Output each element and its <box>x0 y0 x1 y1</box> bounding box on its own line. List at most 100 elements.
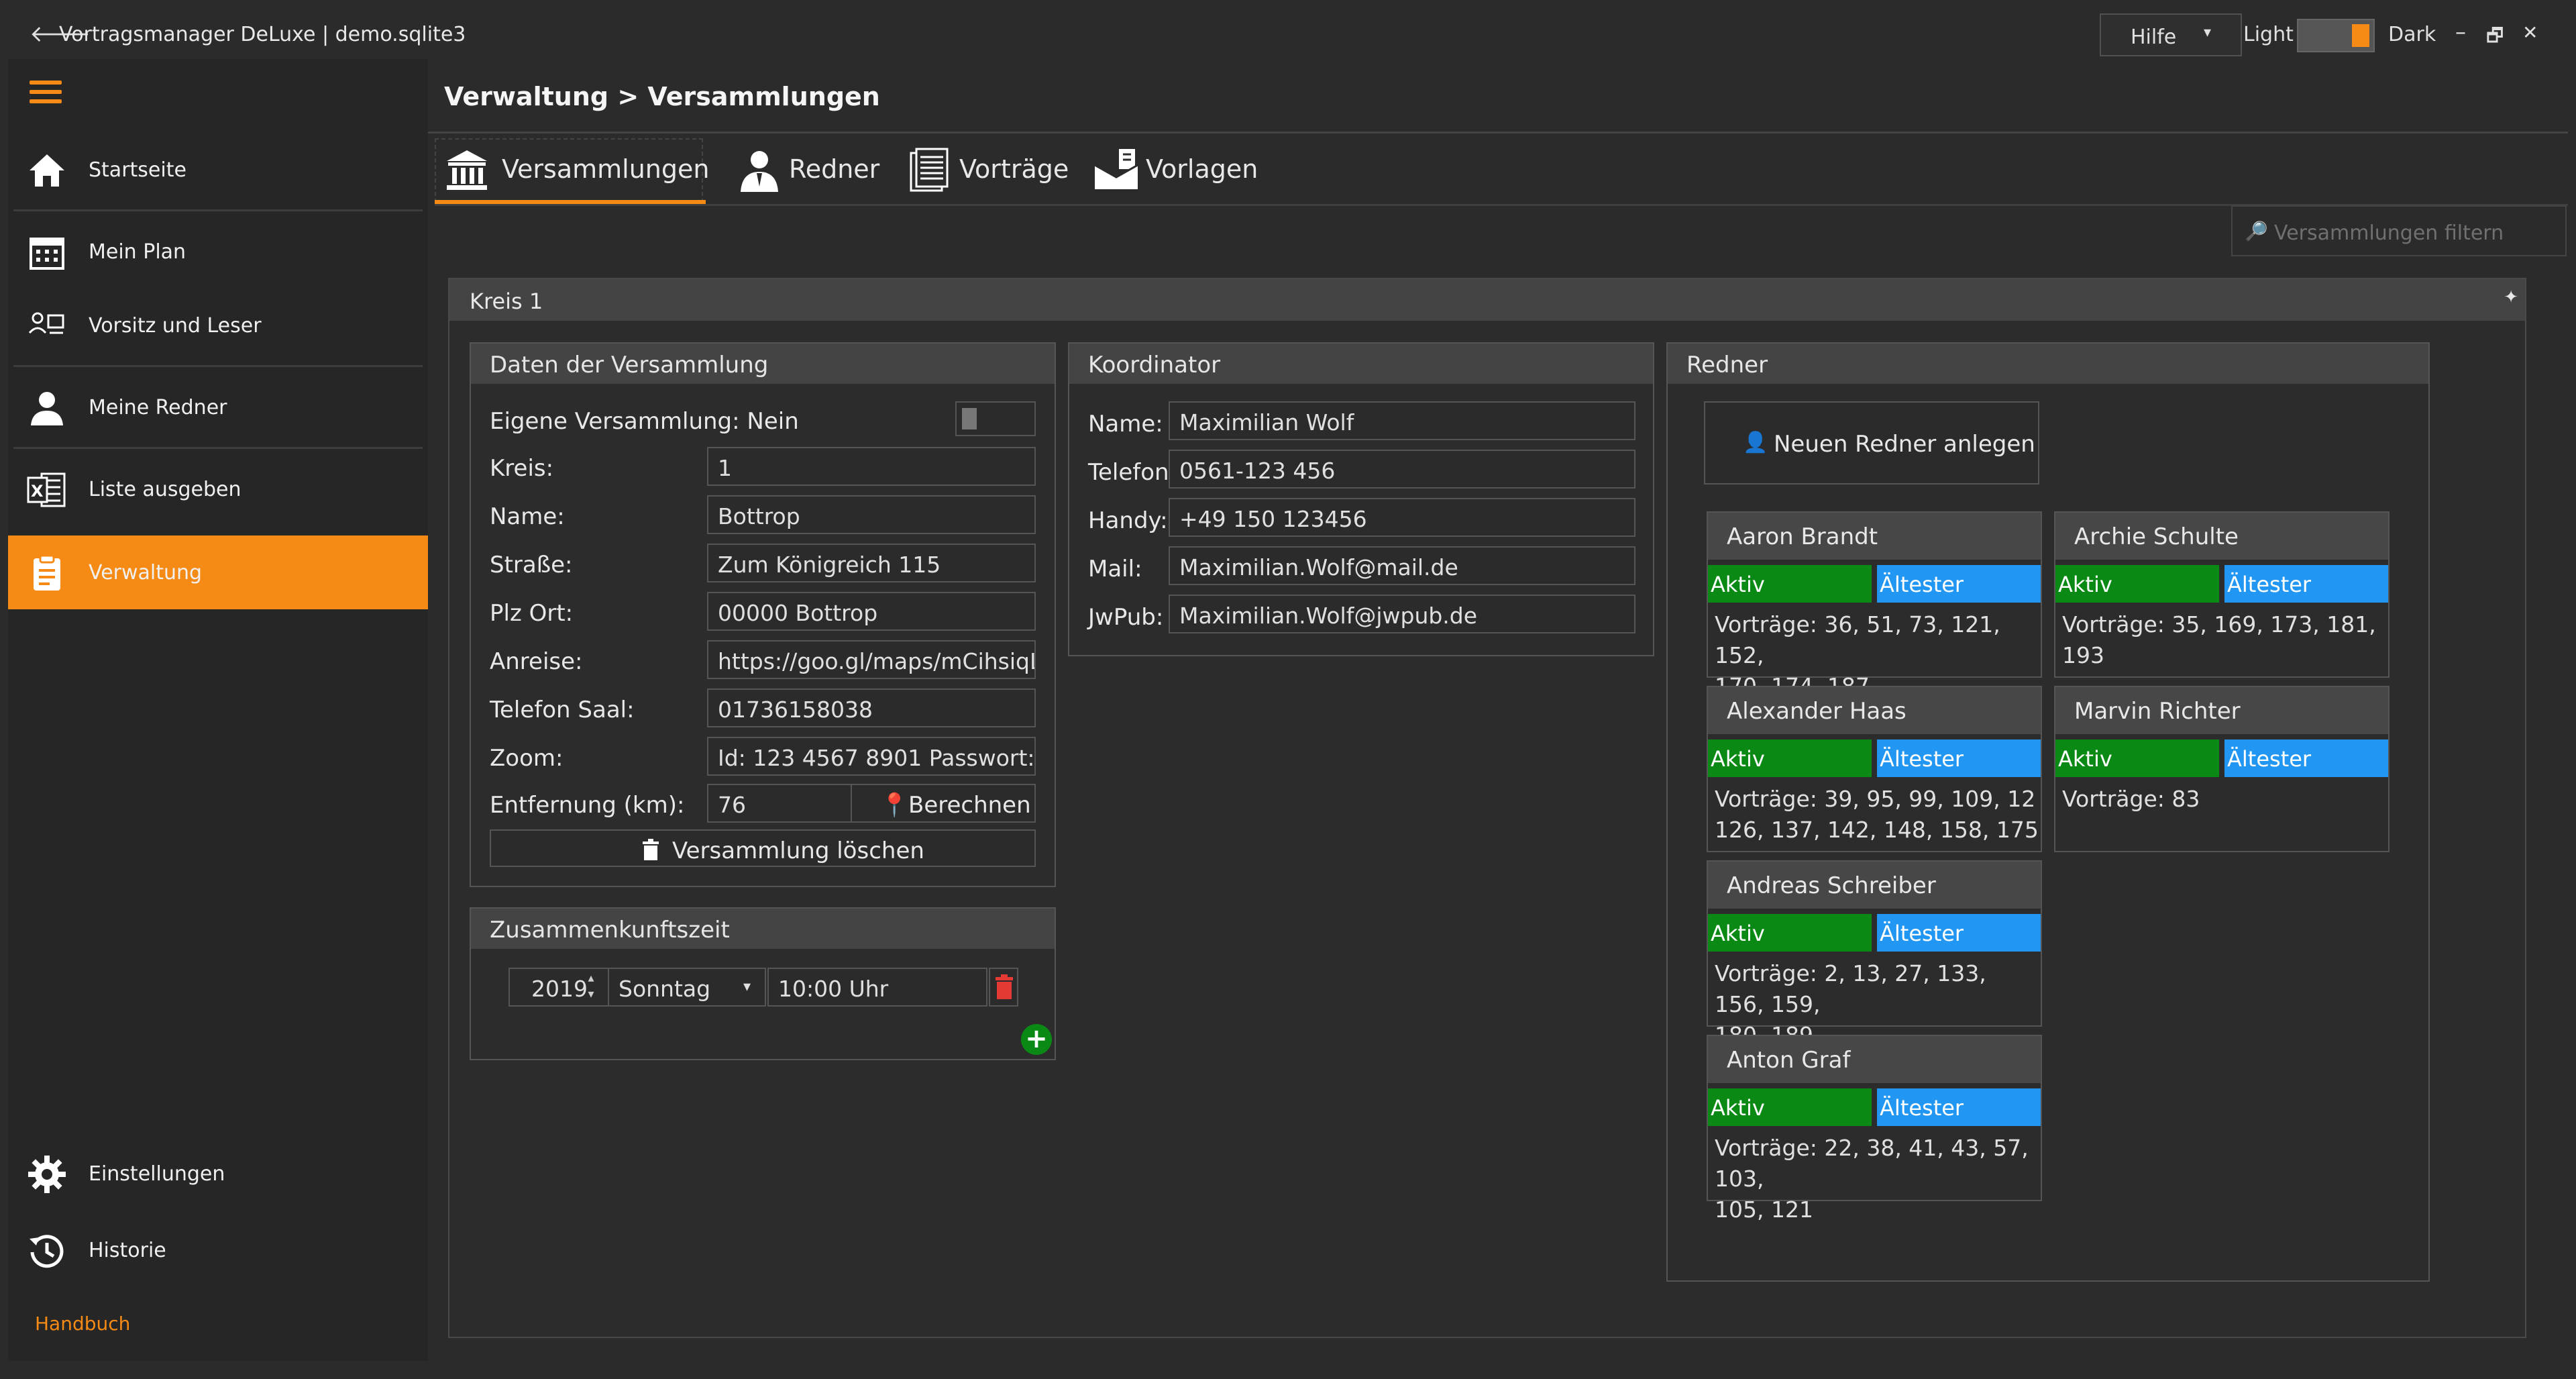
field-value: Maximilian.Wolf@mail.de <box>1179 554 1458 580</box>
theme-toggle[interactable] <box>2297 19 2375 52</box>
zoom-field[interactable]: Id: 123 4567 8901 Passwort: geheim <box>707 737 1036 776</box>
field-label: JwPub: <box>1088 604 1164 631</box>
status-badge-aktiv: Aktiv <box>1708 1088 1872 1126</box>
tab-vorlagen[interactable]: Vorlagen <box>1092 142 1267 204</box>
sidebar-item-label: Liste ausgeben <box>89 478 241 501</box>
badge-text: Aktiv <box>1711 746 1765 772</box>
speaker-name: Aaron Brandt <box>1708 513 2041 560</box>
status-badge-aeltester: Ältester <box>1877 565 2041 603</box>
coordinator-header: Koordinator <box>1069 344 1653 384</box>
time-field[interactable]: 10:00 Uhr <box>767 968 987 1007</box>
distance-label: Entfernung (km): <box>490 792 685 819</box>
field-value: 0561-123 456 <box>1179 458 1336 484</box>
excel-icon: X <box>27 472 66 507</box>
street-field[interactable]: Zum Königreich 115 <box>707 544 1036 582</box>
name-field[interactable]: Bottrop <box>707 495 1036 534</box>
field-label: Plz Ort: <box>490 600 574 627</box>
hamburger-menu-icon[interactable] <box>30 81 62 107</box>
sidebar-item-liste-ausgeben[interactable]: X Liste ausgeben <box>8 452 428 526</box>
search-input[interactable]: 🔎 Versammlungen filtern <box>2231 205 2567 256</box>
people-icon <box>28 312 64 334</box>
sidebar-item-vorsitz[interactable]: Vorsitz und Leser <box>8 289 428 362</box>
chevron-down-icon: ▾ <box>743 978 751 995</box>
speaker-card[interactable]: Archie Schulte Aktiv Ältester Vorträge: … <box>2054 511 2390 678</box>
speaker-card[interactable]: Aaron Brandt Aktiv Ältester Vorträge: 36… <box>1707 511 2042 699</box>
tab-vortraege[interactable]: Vorträge <box>906 142 1080 204</box>
weekday-select[interactable]: Sonntag ▾ <box>608 968 766 1007</box>
coordinator-mail-field[interactable]: Maximilian.Wolf@mail.de <box>1169 546 1635 585</box>
kreis-panel-header[interactable]: Kreis 1 ✦ <box>449 279 2525 321</box>
calculate-button[interactable]: 📍 Berechnen <box>851 784 1036 823</box>
sidebar-item-startseite[interactable]: Startseite <box>8 133 428 207</box>
distance-field[interactable]: 76 <box>707 784 852 823</box>
delete-assembly-button[interactable]: Versammlung löschen <box>490 829 1036 867</box>
talks-line: Vorträge: 22, 38, 41, 43, 57, 103, <box>1715 1135 2029 1192</box>
stepper-arrows-icon[interactable]: ▴ ▾ <box>581 970 601 1003</box>
sidebar-item-label: Einstellungen <box>89 1162 225 1186</box>
trash-icon <box>996 974 1013 999</box>
speaker-talks: Vorträge: 39, 95, 99, 109, 123, 126, 137… <box>1715 784 2037 846</box>
badge-text: Aktiv <box>1711 572 1765 597</box>
chevron-down-icon: ▾ <box>2203 24 2211 41</box>
sidebar-item-historie[interactable]: Historie <box>8 1213 428 1287</box>
sidebar-item-mein-plan[interactable]: Mein Plan <box>8 215 428 289</box>
own-assembly-toggle[interactable] <box>955 401 1036 436</box>
location-pin-icon: 📍 <box>880 792 909 819</box>
calendar-icon <box>30 238 64 270</box>
status-badge-aktiv: Aktiv <box>1708 565 1872 603</box>
talks-line: Vorträge: 83 <box>2062 786 2200 812</box>
speaker-card[interactable]: Andreas Schreiber Aktiv Ältester Vorträg… <box>1707 860 2042 1048</box>
handbook-link[interactable]: Handbuch <box>35 1313 130 1335</box>
sidebar-item-meine-redner[interactable]: Meine Redner <box>8 370 428 444</box>
coordinator-mobile-field[interactable]: +49 150 123456 <box>1169 498 1635 537</box>
delete-time-button[interactable] <box>989 968 1018 1007</box>
field-value: 01736158038 <box>718 697 873 723</box>
add-user-icon: 👤 <box>1743 431 1768 454</box>
group-title: Daten der Versammlung <box>490 352 769 378</box>
clipboard-icon <box>34 554 60 591</box>
coordinator-phone-field[interactable]: 0561-123 456 <box>1169 450 1635 489</box>
group-title: Redner <box>1686 352 1768 378</box>
add-time-button[interactable]: + <box>1021 1024 1052 1055</box>
speaker-card[interactable]: Alexander Haas Aktiv Ältester Vorträge: … <box>1707 686 2042 852</box>
speaker-card[interactable]: Anton Graf Aktiv Ältester Vorträge: 22, … <box>1707 1035 2042 1223</box>
hall-phone-field[interactable]: 01736158038 <box>707 688 1036 727</box>
sidebar-item-einstellungen[interactable]: Einstellungen <box>8 1137 428 1211</box>
button-label: Neuen Redner anlegen <box>1774 431 2035 458</box>
coordinator-jwpub-field[interactable]: Maximilian.Wolf@jwpub.de <box>1169 595 1635 633</box>
tab-label: Vorträge <box>959 154 1069 184</box>
speaker-card[interactable]: Marvin Richter Aktiv Ältester Vorträge: … <box>2054 686 2390 852</box>
minimize-button[interactable]: – <box>2455 19 2466 44</box>
zip-city-field[interactable]: 00000 Bottrop <box>707 592 1036 631</box>
route-field[interactable]: https://goo.gl/maps/mCihsiqLXz <box>707 640 1036 679</box>
field-value: Maximilian Wolf <box>1179 409 1354 436</box>
badge-text: Ältester <box>2227 746 2312 772</box>
add-speaker-button[interactable]: 👤 Neuen Redner anlegen <box>1704 401 2039 484</box>
speaker-icon <box>741 151 778 192</box>
status-badge-aktiv: Aktiv <box>2055 565 2219 603</box>
help-label: Hilfe <box>2131 25 2177 49</box>
sidebar-item-verwaltung[interactable]: Verwaltung <box>8 535 428 609</box>
speaker-name-text: Andreas Schreiber <box>1727 872 1936 899</box>
restore-button[interactable]: 🗗 <box>2486 21 2504 54</box>
coordinator-name-field[interactable]: Maximilian Wolf <box>1169 401 1635 440</box>
history-icon <box>30 1235 64 1268</box>
field-value: +49 150 123456 <box>1179 506 1367 532</box>
kreis-field[interactable]: 1 <box>707 447 1036 486</box>
status-badge-aeltester: Ältester <box>2224 565 2388 603</box>
field-label: Zoom: <box>490 745 564 772</box>
badge-text: Aktiv <box>2058 746 2112 772</box>
sidebar-item-label: Startseite <box>89 158 186 182</box>
close-button[interactable]: ✕ <box>2522 21 2538 44</box>
tab-versammlungen[interactable]: Versammlungen <box>443 142 709 204</box>
tab-label: Redner <box>789 154 880 184</box>
pin-icon[interactable]: ✦ <box>2504 287 2518 307</box>
search-placeholder: Versammlungen filtern <box>2274 221 2504 245</box>
help-dropdown[interactable]: Hilfe ▾ <box>2100 13 2242 56</box>
person-icon <box>31 392 63 425</box>
group-title: Zusammenkunftszeit <box>490 917 730 943</box>
search-icon: 🔎 <box>2245 220 2268 242</box>
badge-text: Ältester <box>1880 1095 1964 1121</box>
speaker-name: Marvin Richter <box>2055 687 2388 734</box>
tab-redner[interactable]: Redner <box>735 142 896 204</box>
